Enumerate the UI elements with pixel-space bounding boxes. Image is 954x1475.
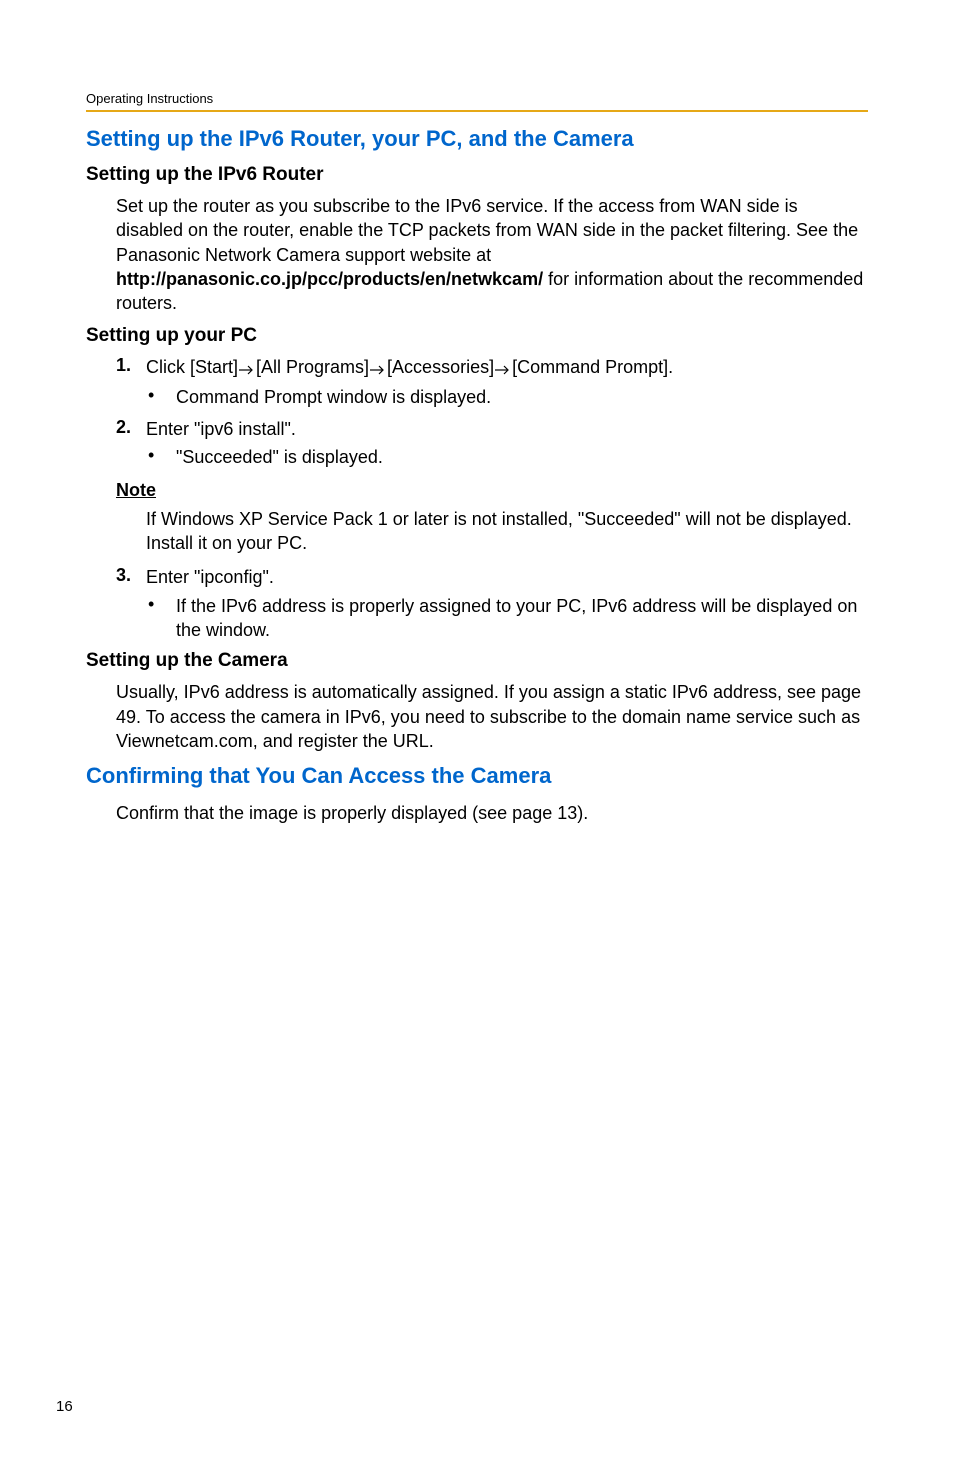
step2-bullet-text: "Succeeded" is displayed.	[176, 445, 868, 469]
step-3-text: Enter "ipconfig".	[146, 565, 868, 589]
step-1-bullets: • Command Prompt window is displayed.	[148, 385, 868, 409]
confirm-body-text: Confirm that the image is properly displ…	[116, 801, 868, 825]
bullet-dot-icon: •	[148, 445, 176, 469]
subsection-camera-title: Setting up the Camera	[86, 650, 868, 672]
router-url-bold: http://panasonic.co.jp/pcc/products/en/n…	[116, 269, 543, 289]
step1-part1: Click [Start]	[146, 357, 238, 377]
note-body: If Windows XP Service Pack 1 or later is…	[146, 507, 868, 556]
step1-part3: [Accessories]	[387, 357, 494, 377]
step-3-number: 3.	[116, 565, 146, 589]
router-text-pre: Set up the router as you subscribe to th…	[116, 196, 858, 265]
step3-bullet-text: If the IPv6 address is properly assigned…	[176, 594, 868, 643]
arrow-icon	[239, 357, 255, 381]
bullet-dot-icon: •	[148, 385, 176, 409]
section-title-ipv6-setup: Setting up the IPv6 Router, your PC, and…	[86, 126, 868, 152]
step-1-number: 1.	[116, 355, 146, 380]
step1-bullet-text: Command Prompt window is displayed.	[176, 385, 868, 409]
section-title-confirm-access: Confirming that You Can Access the Camer…	[86, 763, 868, 789]
router-body-text: Set up the router as you subscribe to th…	[116, 194, 868, 315]
arrow-icon	[370, 357, 386, 381]
bullet-dot-icon: •	[148, 594, 176, 643]
header-running-title: Operating Instructions	[86, 91, 868, 106]
note-heading: Note	[116, 480, 868, 501]
step-3: 3. Enter "ipconfig".	[116, 565, 868, 589]
subsection-router-title: Setting up the IPv6 Router	[86, 164, 868, 186]
step-2: 2. Enter "ipv6 install".	[116, 417, 868, 441]
arrow-icon	[495, 357, 511, 381]
step-1: 1. Click [Start] [All Programs] [Accessori…	[116, 355, 868, 380]
bullet-item: • If the IPv6 address is properly assign…	[148, 594, 868, 643]
pc-steps-list: 1. Click [Start] [All Programs] [Accessori…	[116, 355, 868, 469]
camera-body-text: Usually, IPv6 address is automatically a…	[116, 680, 868, 753]
pc-steps-list-cont: 3. Enter "ipconfig". • If the IPv6 addre…	[116, 565, 868, 642]
step-3-bullets: • If the IPv6 address is properly assign…	[148, 594, 868, 643]
page-number: 16	[56, 1398, 73, 1415]
step-2-text: Enter "ipv6 install".	[146, 417, 868, 441]
bullet-item: • "Succeeded" is displayed.	[148, 445, 868, 469]
header-divider	[86, 110, 868, 112]
step-2-bullets: • "Succeeded" is displayed.	[148, 445, 868, 469]
step-2-number: 2.	[116, 417, 146, 441]
bullet-item: • Command Prompt window is displayed.	[148, 385, 868, 409]
step1-part4: [Command Prompt].	[512, 357, 673, 377]
subsection-pc-title: Setting up your PC	[86, 325, 868, 347]
step-1-text: Click [Start] [All Programs] [Accessories]…	[146, 355, 868, 380]
step1-part2: [All Programs]	[256, 357, 369, 377]
